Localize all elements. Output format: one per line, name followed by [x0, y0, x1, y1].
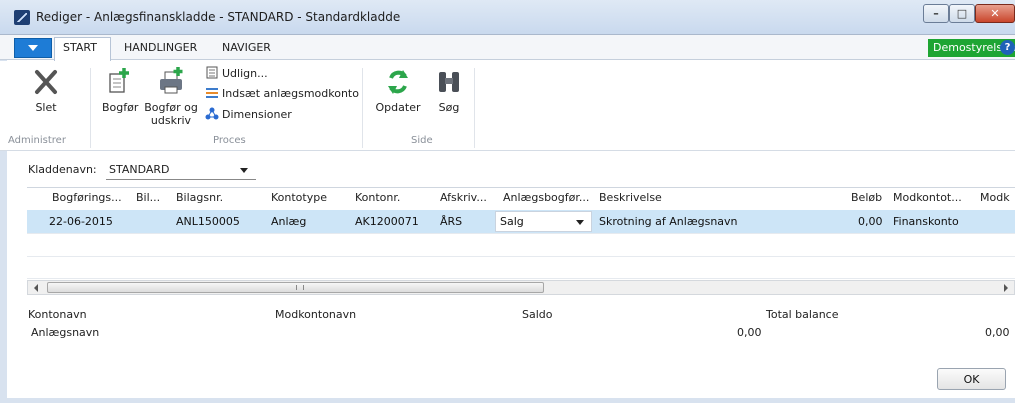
apply-button[interactable]: Udlign... [205, 66, 268, 80]
refresh-button[interactable]: Opdater [374, 66, 422, 114]
scroll-grip-icon [296, 285, 304, 290]
column-header-amount[interactable]: Beløb [851, 191, 882, 204]
post-document-icon [109, 68, 129, 93]
tab-naviger[interactable]: NAVIGER [222, 41, 271, 54]
column-header-description[interactable]: Beskrivelse [599, 191, 662, 204]
chevron-down-icon [240, 168, 248, 173]
group-label-side: Side [411, 135, 433, 146]
total-balance-value: 0,00 [985, 326, 1010, 339]
dimensions-label: Dimensioner [222, 108, 292, 121]
row-divider [27, 256, 1015, 257]
balance-value: 0,00 [737, 326, 762, 339]
chevron-down-icon [576, 220, 584, 225]
column-header-document-no[interactable]: Bilagsnr. [176, 191, 223, 204]
minimize-icon: – [933, 7, 939, 20]
search-label: Søg [438, 101, 460, 114]
post-print-label-2: udskriv [150, 114, 192, 127]
column-header-depreciation-book[interactable]: Afskriv... [440, 191, 487, 204]
column-header-posting-date[interactable]: Bogførings... [52, 191, 122, 204]
insert-balancing-account-button[interactable]: Indsæt anlægsmodkonto [205, 86, 359, 100]
scroll-right-icon[interactable] [1004, 284, 1008, 292]
row-divider [27, 278, 1015, 279]
cell-account-no[interactable]: AK1200071 [355, 215, 419, 228]
binoculars-icon [439, 72, 459, 92]
delete-button[interactable]: Slet [26, 67, 66, 114]
delete-label: Slet [35, 101, 57, 114]
column-header-account-type[interactable]: Kontotype [271, 191, 327, 204]
post-label: Bogfør [102, 101, 139, 114]
group-separator [90, 68, 91, 148]
tab-handlinger[interactable]: HANDLINGER [124, 41, 197, 54]
cell-bal-account-type[interactable]: Finanskonto [893, 215, 959, 228]
chevron-down-icon [28, 45, 38, 51]
account-name-label: Kontonavn [28, 308, 87, 321]
journal-name-label: Kladdenavn: [28, 163, 97, 176]
journal-name-value: STANDARD [109, 163, 170, 176]
app-logo-icon [14, 10, 30, 25]
maximize-icon: □ [956, 7, 968, 20]
group-label-proces: Proces [213, 135, 246, 146]
cell-fa-posting-type: Salg [500, 215, 524, 228]
refresh-icon [388, 70, 408, 94]
column-header-account-no[interactable]: Kontonr. [355, 191, 400, 204]
delete-x-icon [35, 70, 57, 94]
post-and-print-button[interactable]: Bogfør og udskriv [143, 66, 199, 127]
cell-posting-date[interactable]: 22-06-2015 [49, 215, 113, 228]
post-button[interactable]: Bogfør [102, 66, 139, 114]
title-bar: Rediger - Anlægsfinanskladde - STANDARD … [0, 0, 1015, 35]
scrollbar-thumb[interactable] [47, 282, 544, 293]
search-button[interactable]: Søg [434, 66, 464, 114]
journal-name-select[interactable]: STANDARD [106, 160, 256, 180]
post-print-label-1: Bogfør og [144, 101, 198, 114]
help-icon[interactable]: ? [1000, 40, 1015, 55]
window-title: Rediger - Anlægsfinanskladde - STANDARD … [36, 10, 401, 24]
apply-label: Udlign... [222, 67, 268, 80]
close-button[interactable]: ✕ [975, 4, 1015, 23]
balance-label: Saldo [522, 308, 553, 321]
cell-depreciation-book[interactable]: ÅRS [440, 215, 462, 228]
group-separator [362, 68, 363, 148]
group-label-administrer: Administrer [8, 135, 66, 146]
horizontal-scrollbar[interactable] [27, 280, 1015, 295]
close-icon: ✕ [990, 7, 1000, 20]
cell-document-no[interactable]: ANL150005 [176, 215, 240, 228]
insert-lines-icon [206, 88, 218, 98]
column-header-fa-posting-type[interactable]: Anlægsbogfør... [503, 191, 589, 204]
file-menu-button[interactable] [14, 38, 52, 58]
group-separator [474, 68, 475, 148]
apply-document-icon [206, 66, 218, 79]
column-header-bal-account-type[interactable]: Modkontot... [893, 191, 962, 204]
tab-start[interactable]: START [63, 41, 97, 54]
window-bottom-edge [0, 398, 1015, 403]
row-divider [27, 233, 1015, 234]
column-header-document-type[interactable]: Bil... [136, 191, 160, 204]
minimize-button[interactable]: – [923, 4, 949, 23]
cell-description[interactable]: Skrotning af Anlægsnavn [599, 215, 738, 228]
refresh-label: Opdater [375, 101, 421, 114]
column-header-bal-account[interactable]: Modk [980, 191, 1010, 204]
maximize-button[interactable]: □ [949, 4, 975, 23]
total-balance-label: Total balance [766, 308, 839, 321]
dimensions-icon [205, 107, 219, 120]
cell-amount[interactable]: 0,00 [858, 215, 883, 228]
bal-account-name-label: Modkontonavn [275, 308, 357, 321]
insert-balancing-label: Indsæt anlægsmodkonto [222, 87, 359, 100]
ok-button[interactable]: OK [937, 368, 1006, 390]
cell-account-type[interactable]: Anlæg [271, 215, 306, 228]
dimensions-button[interactable]: Dimensioner [205, 107, 292, 121]
scroll-left-icon[interactable] [34, 284, 38, 292]
printer-icon [160, 67, 183, 94]
account-name-value: Anlægsnavn [31, 326, 100, 339]
